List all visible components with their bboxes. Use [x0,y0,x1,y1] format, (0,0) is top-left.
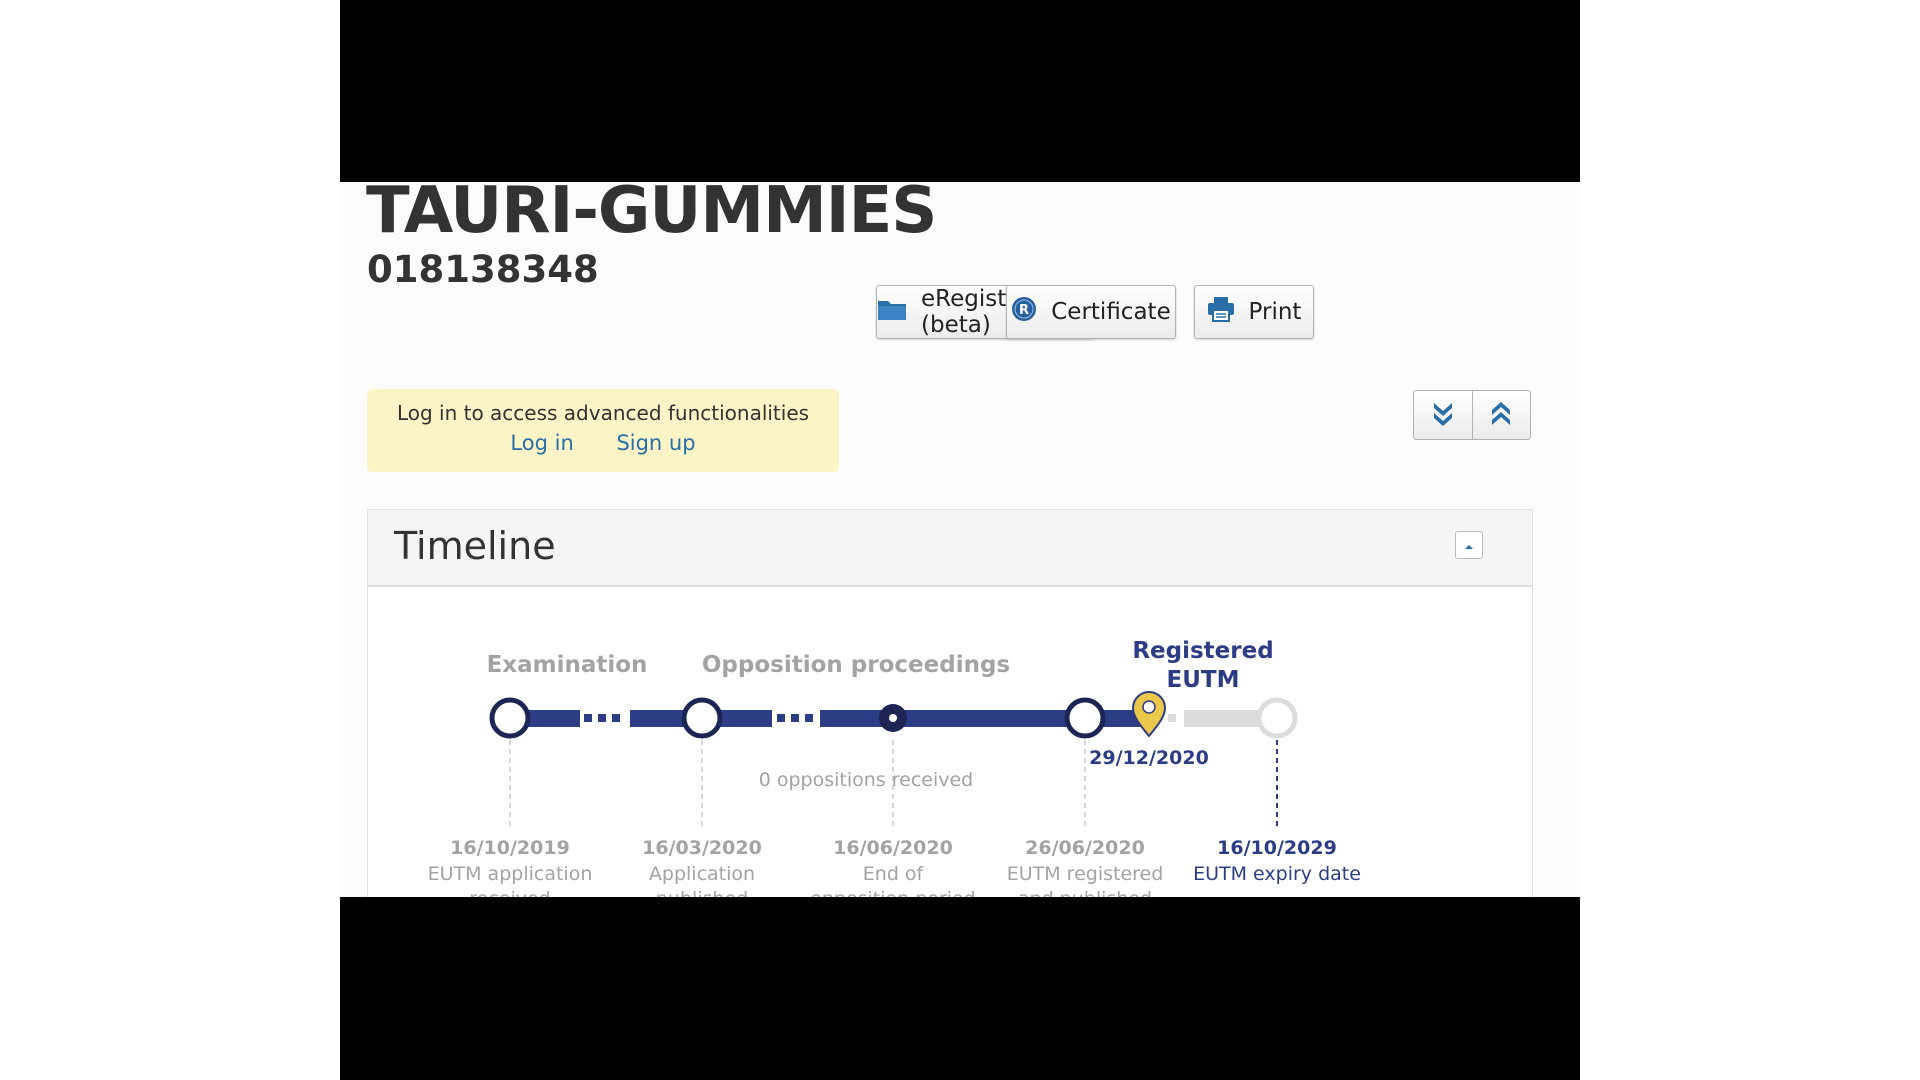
print-label: Print [1248,299,1302,325]
signup-link[interactable]: Sign up [616,431,695,455]
registered-icon: R [1011,296,1037,328]
bar-segment-future [1184,710,1264,727]
milestone-label-1a: EUTM application [428,863,593,885]
login-notice-text: Log in to access advanced functionalitie… [396,401,810,425]
trademark-page: TAURI-GUMMIES 018138348 eRegister (beta)… [340,182,1580,897]
milestone-node-2 [681,697,723,739]
bar-dot-future [1168,714,1176,722]
collapse-all-button[interactable] [1471,391,1531,439]
bar-dot [805,714,813,722]
milestone-date-3: 16/06/2020 [833,837,953,859]
milestone-label-2b: published [656,888,748,897]
bar-dot [584,714,592,722]
milestone-node-1 [489,697,531,739]
certificate-label: Certificate [1051,299,1171,325]
bar-dot [791,714,799,722]
milestone-label-5a: EUTM expiry date [1193,863,1361,885]
letterbox-bottom [340,897,1580,1080]
milestone-date-4: 26/06/2020 [1025,837,1145,859]
print-button[interactable]: Print [1194,285,1314,339]
expand-all-icon [1432,400,1454,430]
expand-collapse-group [1413,390,1531,440]
milestone-date-5: 16/10/2029 [1217,837,1337,859]
milestone-label-4a: EUTM registered [1007,863,1164,885]
collapse-all-icon [1490,400,1512,430]
login-links: Log in Sign up [367,431,839,455]
login-link[interactable]: Log in [510,431,573,455]
bar-dot [777,714,785,722]
milestone-node-3-dot [889,714,897,722]
certificate-button[interactable]: R Certificate [1006,285,1176,339]
phase-registered-label-1: Registered [1132,638,1273,664]
milestone-label-3b: opposition period [810,888,976,897]
milestone-label-1b: received [469,888,551,897]
phase-examination-label: Examination [487,652,648,678]
bar-segment [820,710,1085,727]
milestone-date-1: 16/10/2019 [450,837,570,859]
milestone-node-5 [1256,697,1298,739]
printer-icon [1207,296,1235,328]
expand-all-button[interactable] [1414,391,1472,439]
phase-opposition-label: Opposition proceedings [702,652,1010,678]
bar-dot [612,714,620,722]
trademark-number: 018138348 [367,248,599,291]
folder-icon [877,297,907,327]
milestone-label-3a: End of [863,863,925,885]
timeline-panel: Timeline Examination Opposition proceedi… [367,509,1533,897]
oppositions-count: 0 oppositions received [759,769,974,791]
phase-registered-label-2: EUTM [1167,667,1240,693]
letterbox-top [340,0,1580,182]
timeline-chart: Examination Opposition proceedings Regis… [428,638,1361,897]
milestone-node-4 [1064,697,1106,739]
current-date-label: 29/12/2020 [1089,747,1209,769]
map-pin-icon [1131,691,1167,738]
milestone-label-2a: Application [649,863,755,885]
login-notice: Log in to access advanced functionalitie… [367,389,839,472]
page-title: TAURI-GUMMIES [366,182,937,248]
milestone-label-4b: and published [1018,888,1152,897]
bar-dot [598,714,606,722]
svg-text:R: R [1019,303,1029,318]
milestone-date-2: 16/03/2020 [642,837,762,859]
